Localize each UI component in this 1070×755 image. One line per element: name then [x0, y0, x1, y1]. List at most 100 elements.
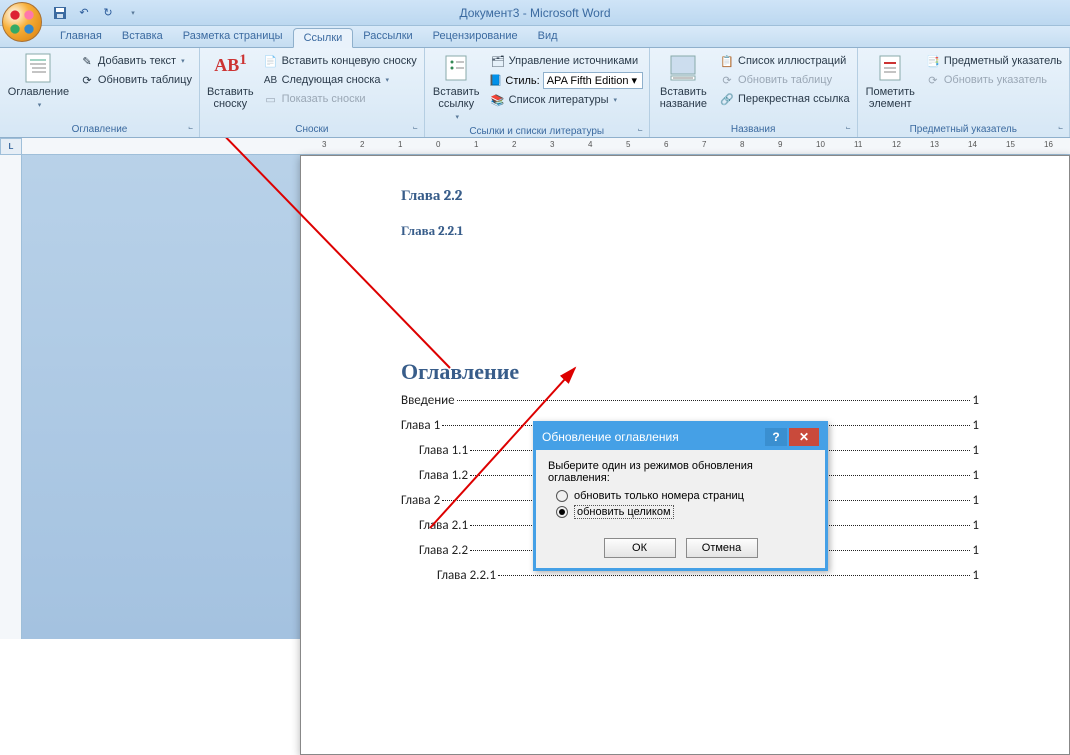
chevron-down-icon — [453, 110, 459, 122]
redo-icon[interactable]: ↻ — [98, 3, 118, 23]
dialog-titlebar[interactable]: Обновление оглавления ? ✕ — [536, 424, 825, 450]
group-citations: Вставить ссылку 🗂Управление источниками … — [425, 48, 650, 137]
fig-list-icon: 📋 — [719, 53, 735, 69]
toc-page-number: 1 — [972, 518, 979, 533]
qat-customize-icon[interactable] — [122, 3, 142, 23]
toc-page-number: 1 — [972, 393, 979, 408]
toc-item-label: Глава 2.2 — [419, 543, 468, 558]
toc-page-number: 1 — [972, 543, 979, 558]
toc-item-label: Глава 2 — [401, 493, 440, 508]
window-title: Документ3 - Microsoft Word — [459, 6, 610, 20]
toc-page-number: 1 — [972, 418, 979, 433]
mark-icon — [874, 52, 906, 84]
toc-button[interactable]: Оглавление — [4, 50, 73, 122]
insert-endnote-button[interactable]: 📄Вставить концевую сноску — [260, 52, 420, 70]
toc-label: Оглавление — [8, 86, 69, 98]
radio-pages-only[interactable]: обновить только номера страниц — [556, 490, 813, 502]
tab-home[interactable]: Главная — [50, 27, 112, 47]
figures-list-button[interactable]: 📋Список иллюстраций — [716, 52, 853, 70]
title-bar: ↶ ↻ Документ3 - Microsoft Word — [0, 0, 1070, 26]
index-button[interactable]: 📑Предметный указатель — [922, 52, 1065, 70]
toc-item-label: Введение — [401, 393, 455, 408]
add-text-button[interactable]: ✎Добавить текст — [76, 52, 195, 70]
horizontal-ruler[interactable]: 32101234567891011121314151617 — [22, 138, 1070, 155]
toc-page-number: 1 — [972, 568, 979, 583]
toc-page-number: 1 — [972, 468, 979, 483]
update-toc-button[interactable]: ⟳Обновить таблицу — [76, 71, 195, 89]
dialog-title: Обновление оглавления — [542, 430, 765, 444]
tab-mailings[interactable]: Рассылки — [353, 27, 422, 47]
workspace: L 32101234567891011121314151617 Глава 2.… — [0, 138, 1070, 639]
group-toc: Оглавление ✎Добавить текст ⟳Обновить таб… — [0, 48, 200, 137]
tab-review[interactable]: Рецензирование — [423, 27, 528, 47]
update-icon: ⟳ — [79, 72, 95, 88]
group-label-captions: Названия — [654, 122, 853, 137]
style-icon: 📘 — [489, 74, 503, 87]
group-index: Пометить элемент 📑Предметный указатель ⟳… — [858, 48, 1070, 137]
radio-label: обновить целиком — [574, 505, 674, 519]
tab-references[interactable]: Ссылки — [293, 28, 354, 48]
undo-icon[interactable]: ↶ — [74, 3, 94, 23]
citation-icon — [440, 52, 472, 84]
next-footnote-button[interactable]: ABСледующая сноска — [260, 71, 420, 89]
toc-item-label: Глава 2.2.1 — [437, 568, 496, 583]
style-select[interactable]: APA Fifth Edition ▾ — [543, 72, 643, 89]
ruler-corner[interactable]: L — [0, 138, 22, 155]
xref-icon: 🔗 — [719, 91, 735, 107]
chevron-down-icon — [36, 98, 42, 110]
radio-icon — [556, 490, 568, 502]
toc-heading: Оглавление — [401, 359, 979, 385]
toc-icon — [22, 52, 54, 84]
cross-ref-button[interactable]: 🔗Перекрестная ссылка — [716, 90, 853, 108]
mark-entry-button[interactable]: Пометить элемент — [862, 50, 919, 122]
cancel-button[interactable]: Отмена — [686, 538, 758, 558]
update-index-button: ⟳Обновить указатель — [922, 71, 1065, 89]
toc-dots — [498, 575, 971, 576]
manage-icon: 🗂 — [490, 53, 506, 69]
radio-entire[interactable]: обновить целиком — [556, 505, 813, 519]
group-label-toc: Оглавление — [4, 122, 195, 137]
toc-item[interactable]: Введение 1 — [401, 393, 979, 408]
add-text-icon: ✎ — [79, 53, 95, 69]
citation-style-row: 📘 Стиль: APA Fifth Edition ▾ — [487, 71, 645, 90]
radio-label: обновить только номера страниц — [574, 490, 744, 502]
update-captions-button: ⟳Обновить таблицу — [716, 71, 853, 89]
vertical-ruler[interactable] — [0, 155, 22, 639]
insert-footnote-button[interactable]: AB1 Вставить сноску — [204, 50, 257, 122]
quick-access-toolbar: ↶ ↻ — [50, 3, 142, 23]
group-label-index: Предметный указатель — [862, 122, 1065, 137]
tab-view[interactable]: Вид — [528, 27, 568, 47]
bib-icon: 📚 — [490, 92, 506, 108]
save-icon[interactable] — [50, 3, 70, 23]
toc-item-label: Глава 1 — [401, 418, 440, 433]
ribbon: Оглавление ✎Добавить текст ⟳Обновить таб… — [0, 48, 1070, 138]
insert-citation-button[interactable]: Вставить ссылку — [429, 50, 484, 124]
office-button[interactable] — [2, 2, 42, 42]
bibliography-button[interactable]: 📚Список литературы — [487, 91, 645, 109]
manage-sources-button[interactable]: 🗂Управление источниками — [487, 52, 645, 70]
group-footnotes: AB1 Вставить сноску 📄Вставить концевую с… — [200, 48, 425, 137]
toc-page-number: 1 — [972, 443, 979, 458]
ribbon-tabs: Главная Вставка Разметка страницы Ссылки… — [0, 26, 1070, 48]
update-toc-dialog: Обновление оглавления ? ✕ Выберите один … — [533, 421, 828, 571]
close-icon[interactable]: ✕ — [789, 428, 819, 446]
toc-page-number: 1 — [972, 493, 979, 508]
ok-button[interactable]: ОК — [604, 538, 676, 558]
toc-item-label: Глава 1.2 — [419, 468, 468, 483]
show-footnotes-button: ▭Показать сноски — [260, 90, 420, 108]
office-logo-icon — [8, 8, 36, 36]
dialog-prompt: Выберите один из режимов обновления огла… — [548, 460, 813, 484]
help-icon[interactable]: ? — [765, 428, 787, 446]
index-icon: 📑 — [925, 53, 941, 69]
tab-layout[interactable]: Разметка страницы — [173, 27, 293, 47]
heading-2-2: Глава 2.2 — [401, 186, 979, 205]
group-label-citations: Ссылки и списки литературы — [429, 124, 645, 139]
show-notes-icon: ▭ — [263, 91, 279, 107]
tab-insert[interactable]: Вставка — [112, 27, 173, 47]
toc-item-label: Глава 1.1 — [419, 443, 468, 458]
update-icon: ⟳ — [925, 72, 941, 88]
update-icon: ⟳ — [719, 72, 735, 88]
insert-caption-button[interactable]: Вставить название — [654, 50, 713, 122]
footnote-icon: AB1 — [214, 52, 246, 84]
group-captions: Вставить название 📋Список иллюстраций ⟳О… — [650, 48, 858, 137]
